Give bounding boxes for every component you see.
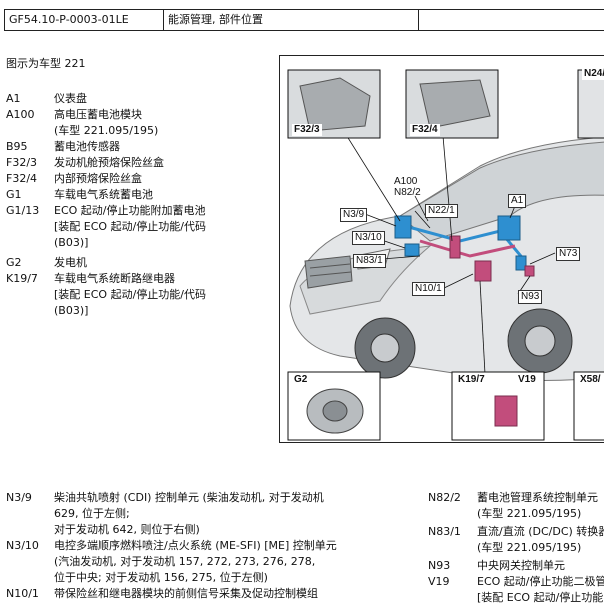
legend-item: V19 ECO 起动/停止功能二极管 [装配 ECO 起动/停止功能 [428,574,604,606]
legend-code: N83/1 [428,525,461,538]
legend-desc: 柴油共轨喷射 (CDI) 控制单元 (柴油发动机, 对于发动机 629, 位于左… [54,491,324,536]
label-a1: A1 [508,194,527,208]
legend-code: G1/13 [6,204,40,217]
label-n24: N24/ [582,68,604,80]
legend-item: G2 发电机 [6,255,206,271]
legend-code: B95 [6,140,28,153]
legend-item: B95 蓄电池传感器 [6,139,206,155]
legend-code: A100 [6,108,35,121]
label-n3-9: N3/9 [340,208,368,222]
legend-desc: 直流/直流 (DC/DC) 转换器 (车型 221.095/195) [477,525,604,554]
label-k19-7: K19/7 [456,374,487,386]
legend-item: N3/10 电控多端顺序燃料喷注/点火系统 (ME-SFI) [ME] 控制单元 … [6,538,396,586]
label-x58: X58/ [578,374,603,386]
legend-code: V19 [428,575,450,588]
label-n3-10: N3/10 [352,231,385,245]
label-f32-3: F32/3 [292,124,322,136]
bottom-left-legend: N3/9 柴油共轨喷射 (CDI) 控制单元 (柴油发动机, 对于发动机 629,… [6,490,396,602]
label-g2: G2 [292,374,310,386]
header-blank-cell [419,10,604,30]
label-n22-1: N22/1 [425,204,458,218]
document-header: GF54.10-P-0003-01LE 能源管理, 部件位置 [4,9,604,31]
legend-desc: 蓄电池传感器 [54,140,120,153]
legend-code: K19/7 [6,272,38,285]
legend-code: A1 [6,92,21,105]
legend-item: G1 车载电气系统蓄电池 [6,187,206,203]
intro-text: 图示为车型 221 [6,57,86,70]
label-a100: A100 [394,176,418,187]
legend-desc: ECO 起动/停止功能附加蓄电池 [装配 ECO 起动/停止功能/代码 (B03… [54,204,206,249]
legend-desc: 仪表盘 [54,92,87,105]
legend-desc: 车载电气系统蓄电池 [54,188,153,201]
legend-code: F32/4 [6,172,38,185]
legend-item: N93 中央网关控制单元 [428,558,604,574]
legend-desc: 发电机 [54,256,87,269]
legend-desc: 蓄电池管理系统控制单元 (车型 221.095/195) [477,491,598,520]
legend-desc: 车载电气系统断路继电器 [装配 ECO 起动/停止功能/代码 (B03)] [54,272,206,317]
legend-code: N10/1 [6,587,39,600]
legend-desc: 带保险丝和继电器模块的前侧信号采集及促动控制模组 [54,587,318,600]
legend-item: F32/3 发动机舱预熔保险丝盒 [6,155,206,171]
label-f32-4: F32/4 [410,124,440,136]
legend-item: N83/1 直流/直流 (DC/DC) 转换器 (车型 221.095/195) [428,524,604,556]
legend-code: N82/2 [428,491,461,504]
legend-item: N82/2 蓄电池管理系统控制单元 (车型 221.095/195) [428,490,604,522]
doc-title: 能源管理, 部件位置 [164,10,419,30]
legend-desc: 发动机舱预熔保险丝盒 [54,156,164,169]
legend-item: N3/9 柴油共轨喷射 (CDI) 控制单元 (柴油发动机, 对于发动机 629,… [6,490,396,538]
legend-desc: 电控多端顺序燃料喷注/点火系统 (ME-SFI) [ME] 控制单元 (汽油发动… [54,539,337,584]
legend-item: F32/4 内部预熔保险丝盒 [6,171,206,187]
legend-code: G1 [6,188,22,201]
legend-item: G1/13 ECO 起动/停止功能附加蓄电池 [装配 ECO 起动/停止功能/代码… [6,203,206,251]
legend-code: N93 [428,559,451,572]
legend-desc: ECO 起动/停止功能二极管 [装配 ECO 起动/停止功能 [477,575,604,604]
inset-n24 [577,69,604,139]
legend-code: N3/10 [6,539,39,552]
component-legend: A1 仪表盘 A100 高电压蓄电池模块 (车型 221.095/195) B95 蓄… [6,91,206,319]
legend-desc: 中央网关控制单元 [477,559,565,572]
legend-item: A1 仪表盘 [6,91,206,107]
legend-desc: 内部预熔保险丝盒 [54,172,142,185]
label-n82-2: N82/2 [394,187,421,198]
label-v19: V19 [516,374,538,386]
legend-code: N3/9 [6,491,32,504]
bottom-right-legend: N82/2 蓄电池管理系统控制单元 (车型 221.095/195) N83/1 直… [428,490,604,606]
label-n83-1: N83/1 [353,254,386,268]
k19-7-unit [474,260,492,282]
legend-item: N10/1 带保险丝和继电器模块的前侧信号采集及促动控制模组 [6,586,396,602]
legend-item: K19/7 车载电气系统断路继电器 [装配 ECO 起动/停止功能/代码 (B03… [6,271,206,319]
legend-item: A100 高电压蓄电池模块 (车型 221.095/195) [6,107,206,139]
component-location-figure: F32/3 F32/4 N24/ A100 N82/2 A1 N3/9 N22/… [279,55,604,443]
a1-unit [497,215,521,241]
label-n73: N73 [556,247,581,261]
doc-id: GF54.10-P-0003-01LE [5,10,164,30]
legend-desc: 高电压蓄电池模块 (车型 221.095/195) [54,108,159,137]
n3-9-unit [394,215,412,239]
label-n93: N93 [518,290,543,304]
legend-code: F32/3 [6,156,38,169]
label-n10-1: N10/1 [412,282,445,296]
legend-code: G2 [6,256,22,269]
